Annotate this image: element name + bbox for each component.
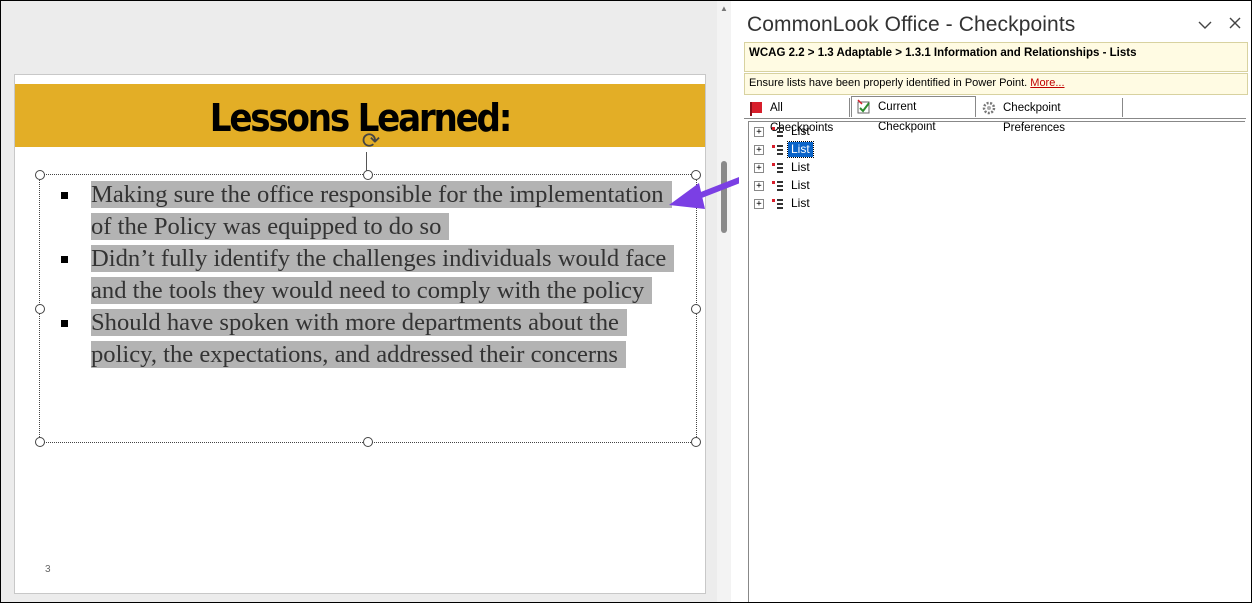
checklist-icon [857,99,870,114]
tree-item[interactable]: + List [754,123,954,141]
breadcrumb-text: WCAG 2.2 > 1.3 Adaptable > 1.3.1 Informa… [749,47,1137,59]
tree-item-label[interactable]: List [788,124,813,139]
description-text: Ensure lists have been properly identifi… [749,77,1065,89]
resize-handle-bottom-center[interactable] [363,437,373,447]
expand-plus-icon[interactable]: + [754,145,764,155]
bullet-marker [61,192,68,199]
bullet-text[interactable]: Making sure the office responsible for t… [91,181,672,240]
checkpoint-tabs: All Checkpoints Current Checkpoint Check… [744,96,1246,134]
list-node-icon [772,163,783,173]
bullet-item[interactable]: Didn’t fully identify the challenges ind… [61,243,681,307]
list-node-icon [772,181,783,191]
checkpoints-task-pane: CommonLook Office - Checkpoints WCAG 2.2… [739,1,1251,602]
expand-plus-icon[interactable]: + [754,163,764,173]
expand-plus-icon[interactable]: + [754,199,764,209]
breadcrumb: WCAG 2.2 > 1.3 Adaptable > 1.3.1 Informa… [744,42,1248,72]
resize-handle-middle-right[interactable] [691,304,701,314]
vertical-scrollbar[interactable]: ▲ [717,1,731,602]
expand-plus-icon[interactable]: + [754,181,764,191]
list-node-icon [772,199,783,209]
gear-icon [982,101,996,115]
slide-canvas[interactable]: Lessons Learned: ⟳ Making sure the offic… [14,74,706,594]
tree-item[interactable]: + List [754,195,954,213]
checkpoint-description: Ensure lists have been properly identifi… [744,73,1248,95]
tab-current-checkpoint[interactable]: Current Checkpoint [851,96,976,133]
tree-item-label[interactable]: List [788,160,813,175]
bullet-list[interactable]: Making sure the office responsible for t… [61,179,681,371]
bullet-marker [61,320,68,327]
chevron-down-icon[interactable] [1195,15,1215,35]
resize-handle-bottom-left[interactable] [35,437,45,447]
close-icon[interactable] [1225,15,1245,35]
tab-all-checkpoints[interactable]: All Checkpoints [744,98,850,134]
tree-item-label[interactable]: List [787,141,814,158]
red-flag-icon [750,102,762,116]
expand-plus-icon[interactable]: + [754,127,764,137]
slide-editor-area: Lessons Learned: ⟳ Making sure the offic… [1,1,717,602]
bullet-marker [61,256,68,263]
content-placeholder[interactable]: Making sure the office responsible for t… [35,170,701,447]
tree-item[interactable]: + List [754,159,954,177]
tree-item-selected[interactable]: + List [754,141,954,159]
description-sentence: Ensure lists have been properly identifi… [749,77,1028,89]
slide-number: 3 [45,564,51,575]
bullet-item[interactable]: Should have spoken with more departments… [61,307,681,371]
resize-handle-bottom-right[interactable] [691,437,701,447]
resize-handle-top-left[interactable] [35,170,45,180]
checkpoint-tree[interactable]: + List + List + List + List + List [748,121,1245,602]
more-link[interactable]: More... [1030,77,1064,89]
rotate-handle-icon[interactable]: ⟳ [360,130,382,152]
tree-item-label[interactable]: List [788,178,813,193]
bullet-text[interactable]: Should have spoken with more departments… [91,309,627,368]
scroll-up-icon[interactable]: ▲ [720,4,728,13]
tab-checkpoint-preferences[interactable]: Checkpoint Preferences [977,98,1123,134]
list-node-icon [772,145,783,155]
resize-handle-middle-left[interactable] [35,304,45,314]
application-window: Lessons Learned: ⟳ Making sure the offic… [0,0,1252,603]
bullet-item[interactable]: Making sure the office responsible for t… [61,179,681,243]
bullet-text[interactable]: Didn’t fully identify the challenges ind… [91,245,675,304]
pane-title: CommonLook Office - Checkpoints [747,13,1076,36]
list-node-icon [772,127,783,137]
tree-item[interactable]: + List [754,177,954,195]
tree-item-label[interactable]: List [788,196,813,211]
rotate-handle-stem [366,152,367,171]
